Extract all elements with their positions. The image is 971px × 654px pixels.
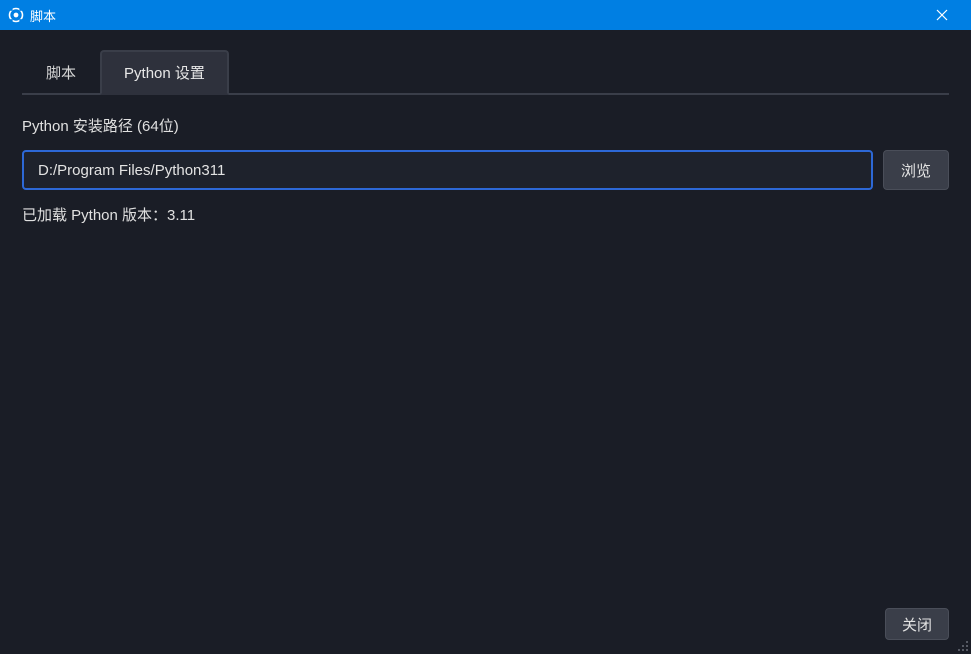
tab-bar: 脚本 Python 设置 (22, 48, 949, 95)
python-path-row: 浏览 (22, 150, 949, 190)
tab-python-settings[interactable]: Python 设置 (100, 50, 229, 95)
app-icon (8, 7, 24, 23)
dialog-footer: 关闭 (0, 596, 971, 654)
python-path-input[interactable] (22, 150, 873, 190)
close-icon (936, 9, 948, 21)
dialog-content: 脚本 Python 设置 Python 安装路径 (64位) 浏览 已加载 Py… (0, 30, 971, 596)
python-path-label: Python 安装路径 (64位) (22, 115, 949, 136)
window-title: 脚本 (30, 6, 56, 25)
python-settings-panel: Python 安装路径 (64位) 浏览 已加载 Python 版本：3.11 (22, 95, 949, 225)
python-loaded-status: 已加载 Python 版本：3.11 (22, 204, 949, 225)
window-close-button[interactable] (919, 0, 965, 30)
titlebar: 脚本 (0, 0, 971, 30)
browse-button[interactable]: 浏览 (883, 150, 949, 190)
close-button[interactable]: 关闭 (885, 608, 949, 640)
tab-scripts[interactable]: 脚本 (22, 50, 100, 95)
